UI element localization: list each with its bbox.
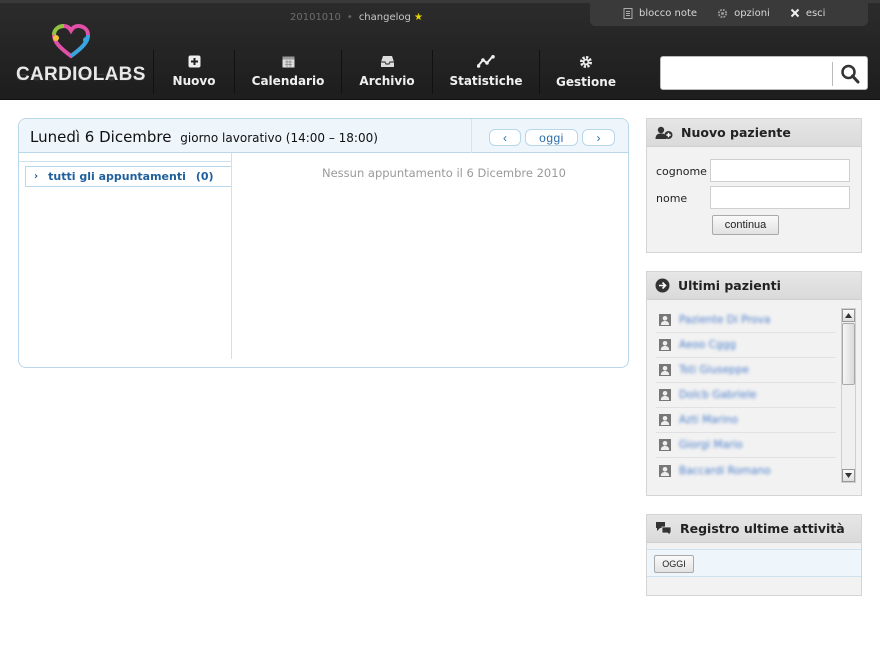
patient-name: Baccardi Romano [679, 464, 771, 477]
heart-logo-icon [51, 24, 91, 59]
list-item[interactable]: Azti Marino [656, 408, 836, 433]
empty-appointments-message: Nessun appuntamento il 6 Dicembre 2010 [322, 166, 566, 180]
plus-square-icon [188, 55, 200, 68]
close-icon [790, 8, 800, 18]
user-icon [659, 464, 671, 477]
nav-calendar[interactable]: Calendario [235, 50, 341, 96]
continue-button[interactable]: continua [712, 215, 779, 235]
inbox-archive-icon [380, 56, 394, 67]
patient-name: Giorgi Mario [679, 439, 743, 451]
chevron-right-icon: › [34, 171, 39, 182]
main-nav: Nuovo Calendario Archivio Statistiche Ge… [153, 50, 632, 96]
notes-link[interactable]: blocco note [623, 7, 698, 19]
list-item[interactable]: Baccardi Romano [656, 458, 836, 483]
arrow-down-icon [845, 473, 852, 478]
scroll-up-button[interactable] [842, 309, 855, 322]
patient-name: Paziente Di Prova [679, 314, 771, 326]
nav-archive-label: Archivio [359, 74, 415, 88]
user-icon [659, 389, 671, 401]
list-item[interactable]: Tsti Giuseppe [656, 358, 836, 383]
top-utility-bar: blocco note opzioni esci [590, 0, 868, 26]
cardiolabs-logo[interactable]: CARDIOLABS CARDIOLABS [16, 24, 146, 94]
notes-label: blocco note [639, 7, 698, 19]
recent-patients-scrollbar[interactable] [841, 308, 856, 483]
search-input[interactable] [665, 61, 829, 85]
list-item[interactable]: Dolcb Gabriele [656, 383, 836, 408]
user-icon [659, 414, 671, 426]
user-icon [659, 364, 671, 376]
app-header: 20101010 • changelog ★ blocco note opzioni… [0, 0, 880, 100]
nav-statistics[interactable]: Statistiche [433, 50, 539, 96]
nav-management[interactable]: Gestione [540, 50, 632, 96]
surname-field[interactable] [710, 159, 850, 182]
name-label: nome [656, 192, 688, 205]
options-link[interactable]: opzioni [717, 8, 770, 19]
nav-statistics-label: Statistiche [449, 74, 523, 88]
day-calendar-panel: Lunedì 6 Dicembre giorno lavorativo (14:… [18, 118, 629, 368]
today-filter-button[interactable]: OGGI [654, 555, 694, 573]
user-icon [659, 439, 671, 451]
nav-management-label: Gestione [556, 75, 616, 89]
calendar-title: Lunedì 6 Dicembre giorno lavorativo (14:… [30, 128, 378, 146]
recent-patients-list: Paziente Di Prova Aeoo Cggg Tsti Giusepp… [656, 308, 836, 483]
next-day-button[interactable]: › [582, 129, 615, 146]
today-button[interactable]: oggi [525, 129, 578, 146]
patient-name: Dolcb Gabriele [679, 389, 757, 401]
scroll-thumb[interactable] [842, 323, 855, 385]
name-field[interactable] [710, 186, 850, 209]
line-chart-icon [477, 55, 495, 68]
calendar-header: Lunedì 6 Dicembre giorno lavorativo (14:… [19, 119, 628, 153]
calendar-icon [282, 56, 294, 68]
patient-name: Azti Marino [679, 414, 738, 426]
brand-reflection: CARDIOLABS [16, 71, 146, 83]
scroll-down-button[interactable] [842, 469, 855, 482]
surname-label: cognome [656, 165, 707, 178]
logout-label: esci [805, 7, 826, 19]
all-appointments-label: tutti gli appuntamenti [48, 170, 186, 183]
new-patient-box: Nuovo paziente cognome nome continua [646, 118, 862, 253]
version-info: 20101010 • changelog ★ [290, 12, 424, 23]
current-date: Lunedì 6 Dicembre [30, 128, 172, 146]
search-button[interactable] [839, 63, 861, 85]
arrow-up-icon [845, 313, 852, 318]
user-icon [659, 314, 671, 326]
list-item[interactable]: Paziente Di Prova [656, 308, 836, 333]
appointment-filter-column: › tutti gli appuntamenti (0) [19, 153, 232, 359]
working-hours: giorno lavorativo (14:00 – 18:00) [180, 131, 378, 145]
recent-patients-box: Ultimi pazienti Paziente Di Prova Aeoo C… [646, 271, 862, 496]
user-icon [659, 339, 671, 351]
new-patient-title: Nuovo paziente [681, 125, 791, 140]
search-icon [841, 64, 860, 84]
nav-new[interactable]: Nuovo [154, 50, 234, 96]
options-label: opzioni [734, 7, 770, 19]
nav-calendar-label: Calendario [251, 74, 325, 88]
activity-log-title: Registro ultime attività [680, 521, 845, 536]
search-box [660, 56, 868, 90]
prev-day-button[interactable]: ‹ [489, 129, 521, 146]
star-icon: ★ [414, 12, 424, 23]
gear-icon [580, 56, 592, 68]
nav-new-label: Nuovo [172, 74, 216, 88]
appointments-count: (0) [195, 170, 214, 183]
list-item[interactable]: Giorgi Mario [656, 433, 836, 458]
logout-link[interactable]: esci [790, 7, 826, 19]
patient-name: Aeoo Cggg [679, 339, 736, 351]
patient-name: Tsti Giuseppe [679, 364, 749, 376]
add-user-icon [655, 126, 673, 139]
list-item[interactable]: Aeoo Cggg [656, 333, 836, 358]
arrow-right-circle-icon [655, 278, 670, 293]
gear-icon [717, 8, 728, 18]
activity-log-box: Registro ultime attività OGGI [646, 514, 862, 596]
chat-bubbles-icon [656, 522, 672, 536]
notepad-icon [623, 7, 633, 19]
changelog-link[interactable]: changelog [359, 12, 411, 23]
nav-archive[interactable]: Archivio [342, 50, 432, 96]
recent-patients-title: Ultimi pazienti [678, 278, 781, 293]
version-number: 20101010 [290, 12, 341, 23]
all-appointments-tab[interactable]: › tutti gli appuntamenti (0) [25, 166, 231, 187]
